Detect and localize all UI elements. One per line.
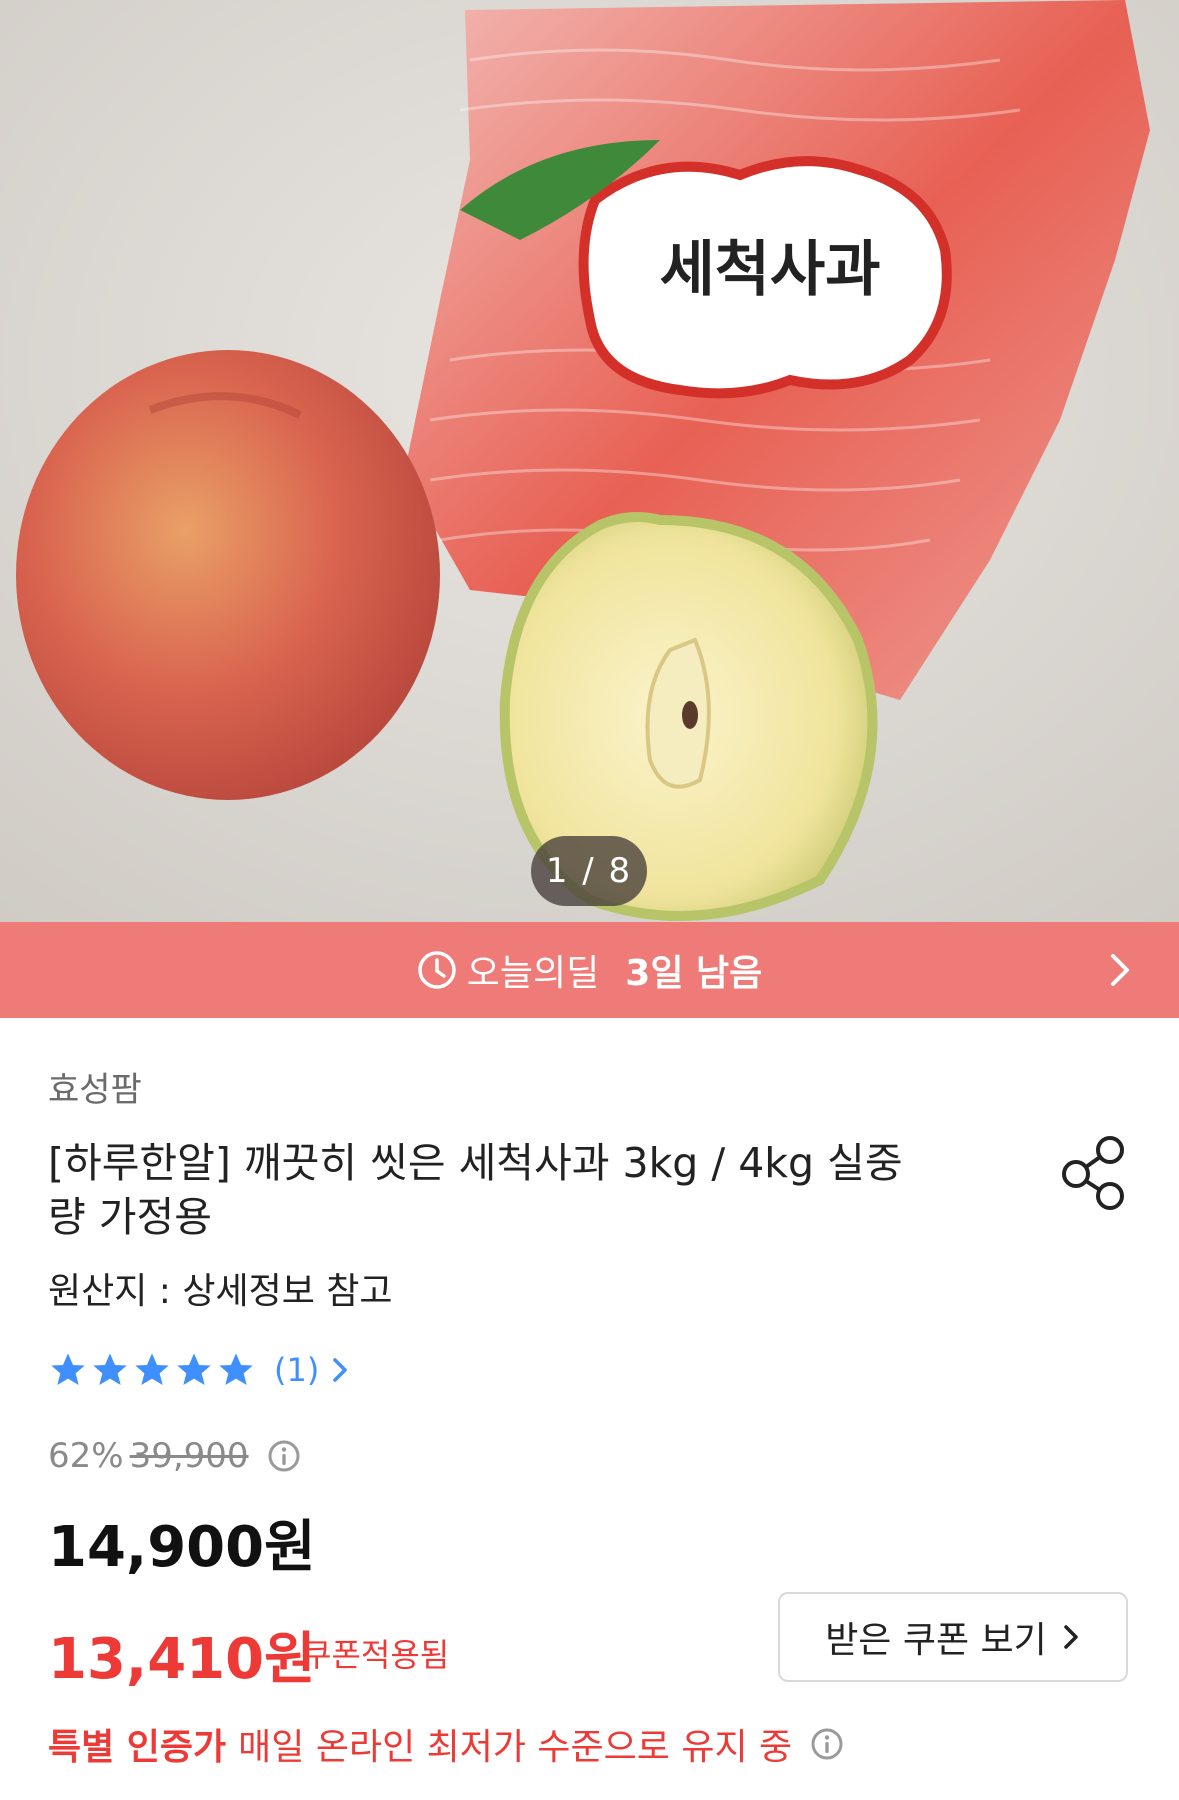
image-counter: 1 / 8	[531, 836, 647, 906]
star-icon	[219, 1353, 253, 1385]
origin-info: 원산지 : 상세정보 참고	[48, 1271, 393, 1312]
chevron-right-icon	[1064, 1625, 1078, 1649]
coupon-applied-label: 쿠폰적용됨	[302, 1636, 450, 1674]
view-coupons-label: 받은 쿠폰 보기	[825, 1620, 1047, 1661]
chevron-right-icon	[1111, 954, 1129, 986]
star-icon	[135, 1353, 169, 1385]
product-image-gallery[interactable]: 세척사과 1 / 8	[0, 0, 1179, 922]
original-price: 39,900	[129, 1436, 249, 1476]
svg-text:세척사과: 세척사과	[660, 235, 881, 305]
sale-price: 14,900원	[48, 1515, 316, 1580]
special-price-notice: 특별 인증가 매일 온라인 최저가 수준으로 유지 중	[48, 1718, 844, 1770]
view-coupons-button[interactable]: 받은 쿠폰 보기	[778, 1592, 1128, 1682]
star-icon	[177, 1353, 211, 1385]
star-icon	[93, 1353, 127, 1385]
coupon-price: 13,410원	[48, 1627, 316, 1692]
deal-remaining: 3일 남음	[625, 953, 763, 994]
today-deal-banner[interactable]: 오늘의딜 3일 남음	[0, 922, 1179, 1018]
rating-summary[interactable]: (1)	[48, 1350, 351, 1390]
special-price-text: 매일 온라인 최저가 수준으로 유지 중	[238, 1727, 793, 1768]
info-icon[interactable]	[267, 1439, 301, 1473]
product-photo: 세척사과	[0, 0, 1179, 922]
special-price-title: 특별 인증가	[48, 1727, 227, 1768]
discount-rate: 62%	[48, 1436, 124, 1476]
discount-row: 62% 39,900	[48, 1436, 301, 1476]
chevron-right-icon	[333, 1358, 348, 1382]
star-icon	[51, 1353, 85, 1385]
share-icon[interactable]	[1058, 1134, 1130, 1212]
product-title: [하루한알] 깨끗히 씻은 세척사과 3kg / 4kg 실중량 가정용	[48, 1139, 903, 1241]
clock-icon	[418, 951, 456, 989]
info-icon[interactable]	[810, 1727, 844, 1761]
deal-label: 오늘의딜	[466, 953, 600, 994]
seller-name[interactable]: 효성팜	[48, 1062, 142, 1111]
review-count: (1)	[274, 1351, 320, 1389]
